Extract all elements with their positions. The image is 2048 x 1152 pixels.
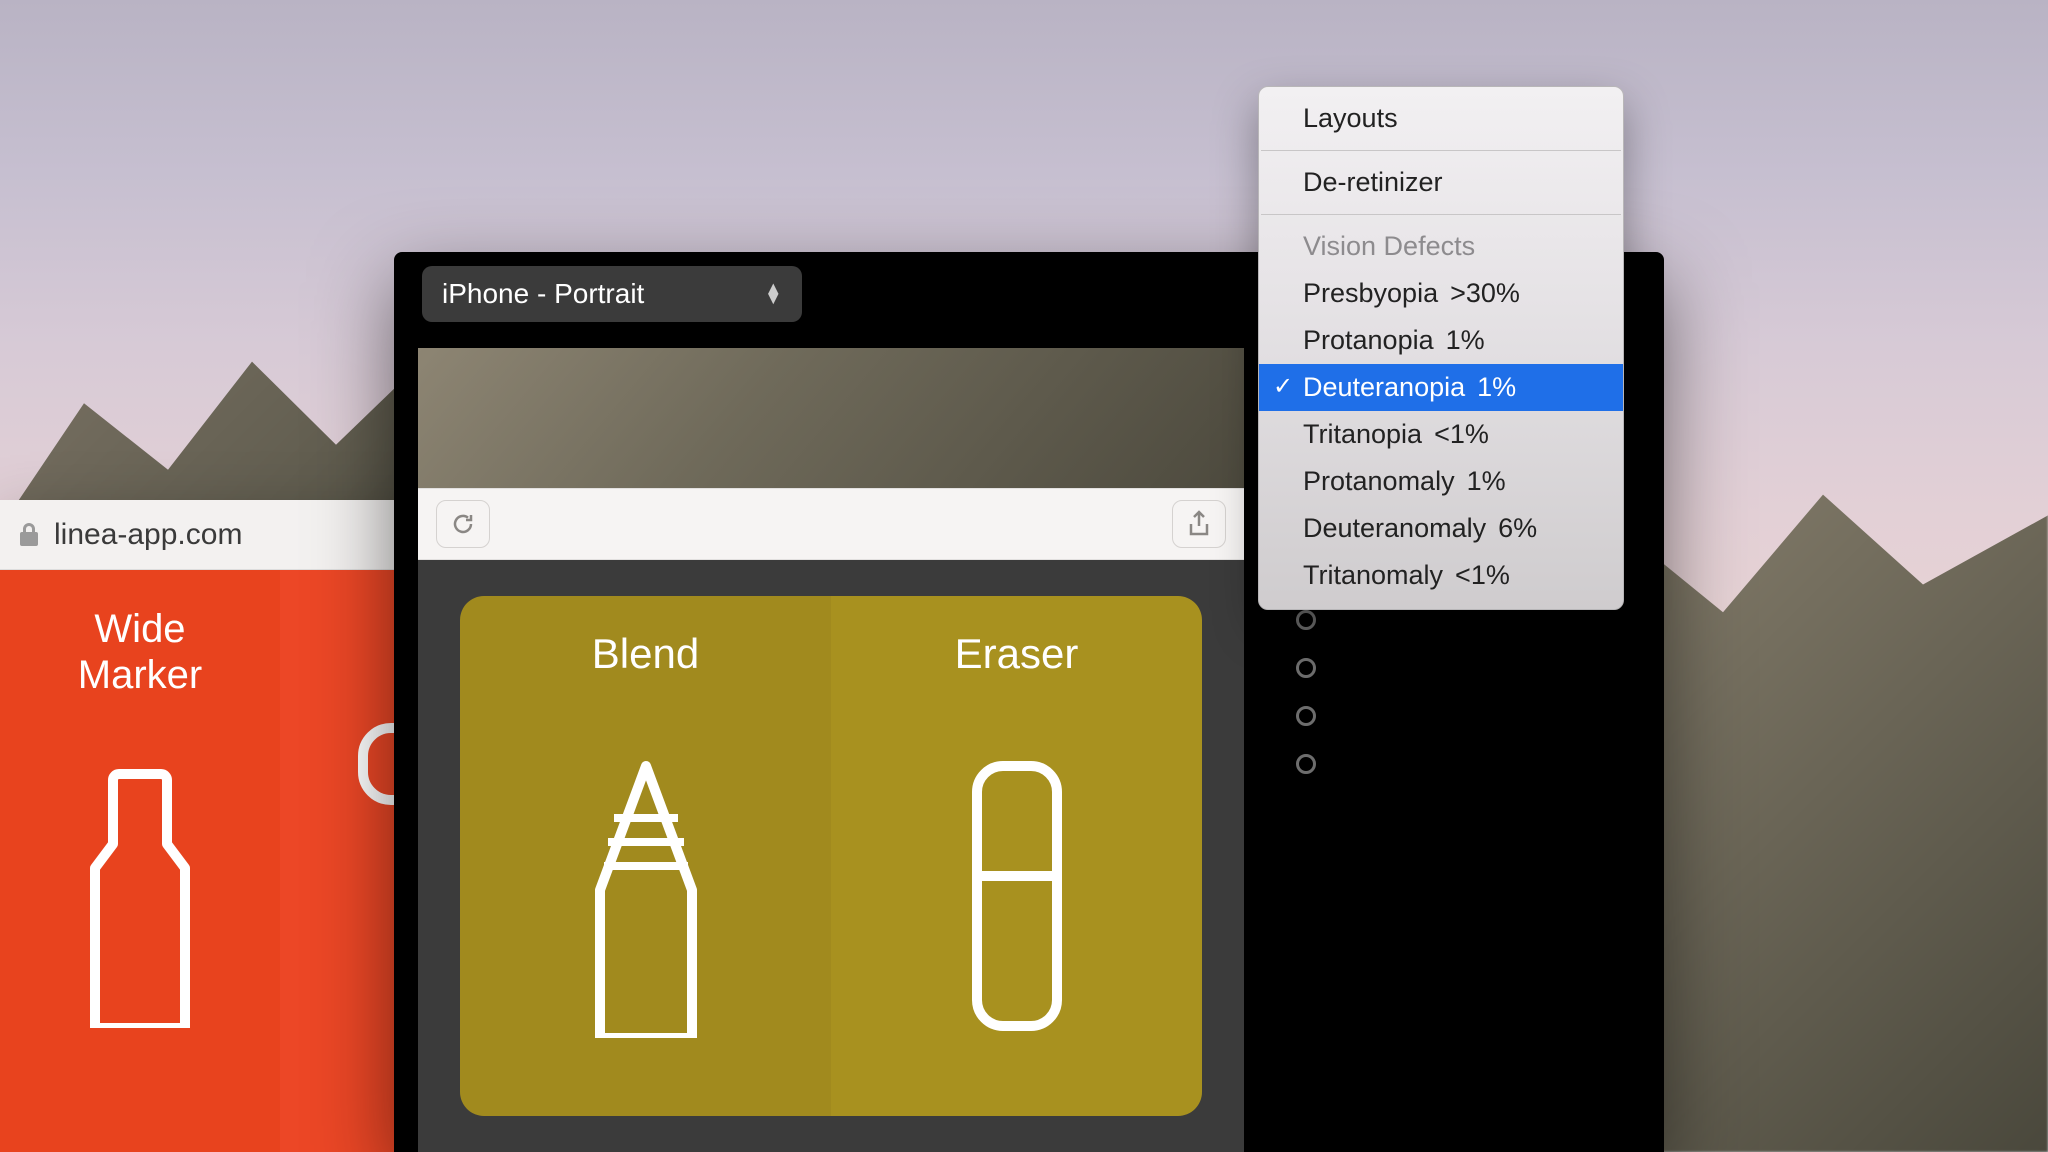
menu-item-percent: 1% (1477, 372, 1516, 403)
menu-item-vision-defect[interactable]: Tritanopia <1% (1259, 411, 1623, 458)
page-dot[interactable] (1296, 658, 1316, 678)
viewport-content: Blend Eraser (418, 560, 1244, 1152)
menu-item-vision-defect[interactable]: Protanomaly 1% (1259, 458, 1623, 505)
menu-item-vision-defect[interactable]: Protanopia 1% (1259, 317, 1623, 364)
menu-separator (1261, 150, 1621, 151)
lock-icon (18, 522, 40, 548)
chevron-up-down-icon: ▲▼ (764, 284, 782, 304)
tool-tile-blend[interactable]: Blend (460, 596, 831, 1116)
blend-pencil-icon (576, 758, 716, 1038)
menu-item-name: Tritanomaly (1303, 560, 1443, 590)
device-selector[interactable]: iPhone - Portrait ▲▼ (422, 266, 802, 322)
menu-item-percent: <1% (1434, 419, 1489, 450)
menu-item-deretinizer[interactable]: De-retinizer (1259, 159, 1623, 206)
vision-menu[interactable]: Layouts De-retinizer Vision Defects Pres… (1258, 86, 1624, 610)
tool-row: Blend Eraser (460, 596, 1202, 1116)
menu-item-percent: 6% (1498, 513, 1537, 544)
tool-label: Eraser (955, 630, 1079, 678)
menu-item-name: Tritanopia (1303, 419, 1422, 449)
menu-item-layouts[interactable]: Layouts (1259, 95, 1623, 142)
reload-button[interactable] (436, 500, 490, 548)
menu-item-vision-defect[interactable]: Deuteranomaly 6% (1259, 505, 1623, 552)
menu-item-percent: 1% (1446, 325, 1485, 356)
menu-item-name: Protanopia (1303, 325, 1434, 355)
share-button[interactable] (1172, 500, 1226, 548)
tool-tile-eraser[interactable]: Eraser (831, 596, 1202, 1116)
viewport-hero-image (418, 348, 1244, 488)
menu-separator (1261, 214, 1621, 215)
menu-item-name: Deuteranopia (1303, 372, 1465, 402)
menu-item-percent: 1% (1467, 466, 1506, 497)
tool-tile-wide-marker[interactable]: Wide Marker (0, 570, 280, 1152)
menu-item-name: Protanomaly (1303, 466, 1455, 496)
menu-item-percent: <1% (1455, 560, 1510, 591)
page-dot[interactable] (1296, 706, 1316, 726)
menu-item-vision-defect[interactable]: Tritanomaly <1% (1259, 552, 1623, 599)
menu-item-name: Presbyopia (1303, 278, 1438, 308)
viewport-address-bar (418, 488, 1244, 560)
tool-label: Wide Marker (78, 606, 202, 698)
page-dot[interactable] (1296, 610, 1316, 630)
tool-label: Blend (592, 630, 699, 678)
simulator-viewport: Blend Eraser (418, 348, 1244, 1152)
menu-item-percent: >30% (1450, 278, 1520, 309)
menu-item-vision-defect[interactable]: Presbyopia >30% (1259, 270, 1623, 317)
menu-item-name: Deuteranomaly (1303, 513, 1486, 543)
menu-item-vision-defect[interactable]: Deuteranopia 1% (1259, 364, 1623, 411)
eraser-icon (947, 758, 1087, 1038)
page-dot[interactable] (1296, 754, 1316, 774)
device-label: iPhone - Portrait (442, 278, 644, 310)
marker-icon (75, 768, 205, 1028)
menu-section-header: Vision Defects (1259, 223, 1623, 270)
